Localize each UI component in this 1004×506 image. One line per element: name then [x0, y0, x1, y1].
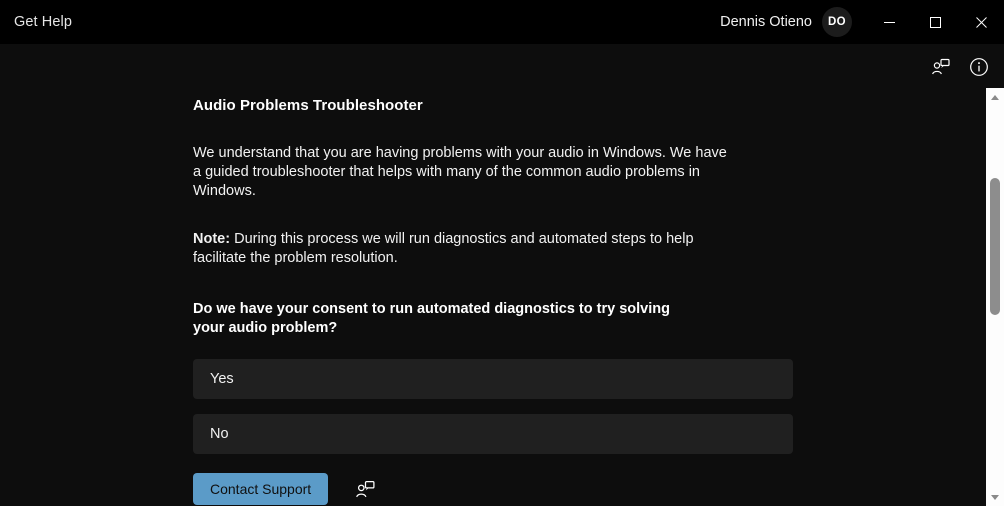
title-bar: Get Help Dennis Otieno DO: [0, 0, 1004, 44]
maximize-icon: [929, 16, 941, 28]
command-bar: [0, 44, 1004, 90]
contact-support-toolbar-button[interactable]: [924, 50, 958, 84]
option-label: No: [210, 426, 229, 442]
get-help-window: Get Help Dennis Otieno DO Audio Problems…: [0, 0, 1004, 506]
scroll-up-arrow-icon: [991, 94, 999, 100]
intro-paragraph: We understand that you are having proble…: [193, 145, 727, 199]
scrollbar-thumb[interactable]: [990, 178, 1000, 315]
app-title: Get Help: [14, 14, 73, 30]
scroll-down-arrow-icon: [991, 494, 999, 500]
contact-support-icon: [932, 58, 950, 75]
info-button[interactable]: [962, 50, 996, 84]
close-button[interactable]: [958, 0, 1004, 44]
vertical-scrollbar[interactable]: [986, 88, 1004, 506]
info-icon: [970, 58, 988, 76]
account-name: Dennis Otieno: [720, 14, 812, 30]
action-row: Contact Support: [193, 469, 793, 505]
avatar[interactable]: DO: [822, 7, 852, 37]
article-body: Audio Problems Troubleshooter We underst…: [0, 88, 793, 505]
consent-question: Do we have your consent to run automated…: [193, 301, 670, 336]
option-yes[interactable]: Yes: [193, 359, 793, 399]
contact-support-icon-button[interactable]: [350, 474, 380, 504]
contact-support-button[interactable]: Contact Support: [193, 473, 329, 505]
answer-options: Yes No: [193, 338, 793, 454]
window-controls: [866, 0, 1004, 44]
maximize-button[interactable]: [912, 0, 958, 44]
scroll-down-arrow[interactable]: [986, 488, 1004, 506]
scrollbar-track[interactable]: [986, 106, 1004, 488]
option-no[interactable]: No: [193, 414, 793, 454]
scroll-up-arrow[interactable]: [986, 88, 1004, 106]
content-area: Audio Problems Troubleshooter We underst…: [0, 88, 986, 506]
minimize-icon: [883, 21, 895, 23]
option-label: Yes: [210, 371, 234, 387]
close-icon: [975, 16, 987, 28]
minimize-button[interactable]: [866, 0, 912, 44]
account-button[interactable]: Dennis Otieno DO: [718, 0, 854, 44]
contact-support-icon: [355, 480, 375, 497]
note-text: During this process we will run diagnost…: [193, 231, 694, 266]
page-title: Audio Problems Troubleshooter: [193, 97, 423, 114]
avatar-initials: DO: [827, 16, 847, 28]
note-paragraph: Note: During this process we will run di…: [193, 201, 730, 268]
note-label: Note:: [193, 231, 231, 247]
